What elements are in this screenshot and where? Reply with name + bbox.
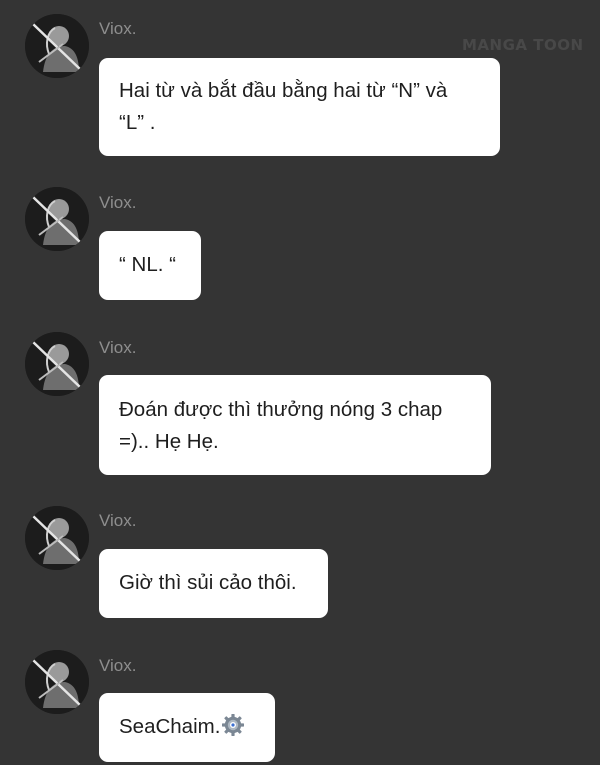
message-text: SeaChaim.	[119, 715, 221, 738]
message-bubble[interactable]: SeaChaim.	[99, 693, 275, 762]
sender-name: Viox.	[99, 193, 137, 212]
message-bubble[interactable]: “ NL. “	[99, 231, 201, 300]
watermark: MANGA TOON	[462, 36, 584, 54]
gear-emoji-icon	[221, 713, 245, 747]
avatar[interactable]	[25, 14, 89, 78]
sender-name: Viox.	[99, 511, 137, 530]
avatar[interactable]	[25, 332, 89, 396]
message-bubble[interactable]: Giờ thì sủi cảo thôi.	[99, 549, 328, 618]
message-bubble[interactable]: Đoán được thì thưởng nóng 3 chap =).. Hẹ…	[99, 375, 491, 475]
message-text: Giờ thì sủi cảo thôi.	[119, 571, 297, 594]
sender-name: Viox.	[99, 656, 137, 675]
avatar[interactable]	[25, 506, 89, 570]
sender-name: Viox.	[99, 338, 137, 357]
message-text: “ NL. “	[119, 253, 176, 276]
sender-name: Viox.	[99, 19, 137, 38]
message-text: Đoán được thì thưởng nóng 3 chap =).. Hẹ…	[119, 398, 443, 453]
avatar[interactable]	[25, 650, 89, 714]
message-text: Hai từ và bắt đầu bằng hai từ “N” và “L”…	[119, 79, 448, 134]
message-bubble[interactable]: Hai từ và bắt đầu bằng hai từ “N” và “L”…	[99, 58, 500, 156]
avatar[interactable]	[25, 187, 89, 251]
